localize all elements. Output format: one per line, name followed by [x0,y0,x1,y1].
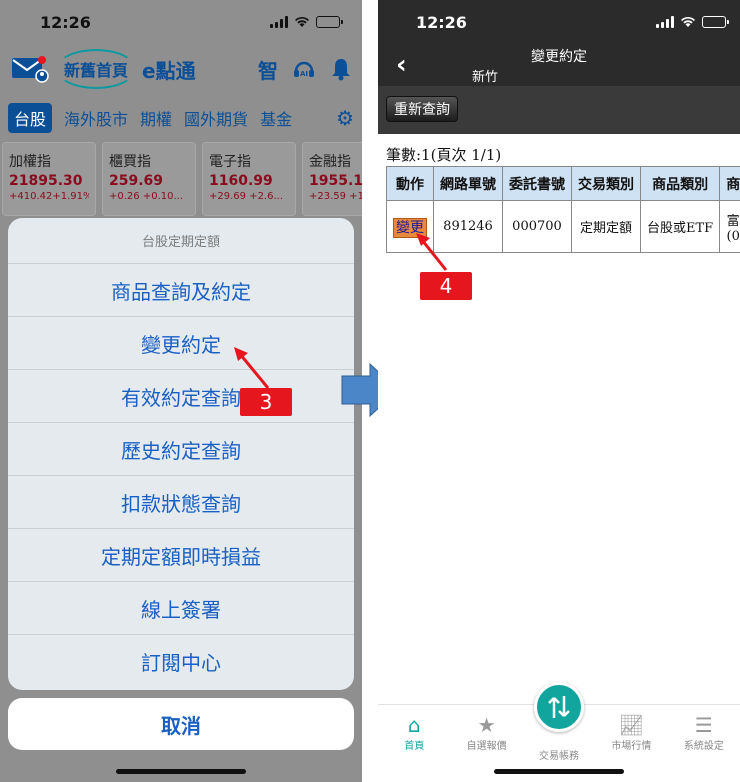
annotation-arrow-3 [234,347,270,389]
status-icons [656,16,729,28]
index-change: +23.59 +1 [309,191,362,202]
annotation-badge-4: 4 [420,272,472,300]
requery-button[interactable]: 重新查詢 [386,96,458,122]
page-title: 變更約定 [531,49,587,65]
product-name: 富 [726,213,740,229]
market-tabs: 台股 海外股市 期權 國外期貨 基金 ⚙ [0,100,362,136]
nav-bar: 12:26 ‹ 變更約定 新竹 [378,0,740,86]
col-header-product-type: 商品類別 [639,166,721,201]
sliders-icon: ☰ [694,713,713,737]
gear-icon[interactable]: ⚙ [336,106,354,130]
index-card[interactable]: 金融指 1955.19 +23.59 +1 [302,142,362,216]
sheet-item-product-query[interactable]: 商品查詢及約定 [8,264,354,317]
chart-line-icon: 📈︎ [618,713,645,737]
tab-home[interactable]: ⌂ 首頁 [378,705,450,782]
record-count: 筆數:1(頁次 1/1) [386,146,502,164]
index-card[interactable]: 加權指 21895.30 +410.42+1.91% [2,142,96,216]
star-icon: ★ [477,713,496,737]
index-change: +410.42+1.91% [9,191,89,202]
col-header-trade-type: 交易類別 [571,166,641,201]
cellular-signal-icon [656,16,674,28]
tab-overseas-stock[interactable]: 海外股市 [64,106,128,130]
cellular-signal-icon [270,16,288,28]
tab-settings[interactable]: ☰ 系統設定 [668,705,740,782]
cancel-button[interactable]: 取消 [8,698,354,750]
index-value: 1955.19 [309,173,362,189]
tab-label: 交易帳務 [539,751,580,762]
brand-logo: e點通 [142,58,196,83]
battery-icon [702,16,729,28]
cell-product: 富 (0 [719,200,740,253]
tab-label: 自選報價 [466,741,507,752]
smart-icon[interactable]: 智 [258,55,278,84]
sheet-item-valid-agreement-query[interactable]: 有效約定查詢 [8,370,354,423]
ai-assistant-icon[interactable]: AI [292,57,316,81]
right-phone-screen: 12:26 ‹ 變更約定 新竹 重新查詢 筆數:1(頁次 1/1) 動作 網路單… [378,0,740,782]
cell-trade-type: 定期定額 [571,200,641,253]
tab-label: 系統設定 [683,741,724,752]
status-bar: 12:26 [378,0,740,44]
index-change: +0.26 +0.10... [109,191,184,202]
cell-entrust-no: 000700 [502,200,572,253]
home-icon: ⌂ [407,713,421,737]
sheet-item-subscription[interactable]: 訂閱中心 [8,635,354,688]
col-header-order-no: 網路單號 [433,166,503,201]
tab-funds[interactable]: 基金 [260,106,292,130]
tab-tw-stock[interactable]: 台股 [8,103,53,133]
col-header-entrust-no: 委託書號 [502,166,572,201]
trade-center-button[interactable] [534,682,584,732]
table-header-row: 動作 網路單號 委託書號 交易類別 商品類別 商 [386,166,740,201]
status-time: 12:26 [40,12,91,32]
col-header-action: 動作 [386,166,434,201]
home-indicator [494,769,624,774]
sheet-item-change-agreement[interactable]: 變更約定 [8,317,354,370]
tab-label: 市場行情 [611,741,652,752]
sheet-item-history-query[interactable]: 歷史約定查詢 [8,423,354,476]
swap-arrows-icon [548,696,570,718]
toolbar: 重新查詢 [378,86,740,134]
action-sheet-title: 台股定期定額 [8,218,354,264]
index-value: 259.69 [109,173,164,189]
svg-text:AI: AI [300,70,308,78]
header-icons: 智 AI [258,55,352,84]
index-name: 加權指 [9,154,51,170]
wifi-icon [681,16,695,27]
index-value: 21895.30 [9,173,83,189]
bell-icon[interactable] [330,57,352,81]
index-value: 1160.99 [209,173,273,189]
brand-home-switch[interactable]: 新舊首頁 [55,49,137,89]
index-name: 金融指 [309,154,351,170]
app-header: 新舊首頁 e點通 智 AI [0,44,362,94]
index-cards: 加權指 21895.30 +410.42+1.91% 櫃買指 259.69 +0… [0,142,362,216]
sheet-item-realtime-pnl[interactable]: 定期定額即時損益 [8,529,354,582]
cell-product-type: 台股或ETF [639,200,721,253]
status-bar: 12:26 [0,0,362,44]
battery-icon [316,16,343,28]
wifi-icon [295,16,309,27]
col-header-product: 商 [719,166,740,201]
sheet-item-debit-status[interactable]: 扣款狀態查詢 [8,476,354,529]
index-card[interactable]: 電子指 1160.99 +29.69 +2.6... [202,142,296,216]
sheet-item-online-sign[interactable]: 線上簽署 [8,582,354,635]
branch-name: 新竹 [472,70,499,85]
annotation-badge-3: 3 [240,388,292,416]
index-name: 電子指 [209,154,251,170]
status-time: 12:26 [416,12,467,32]
index-card[interactable]: 櫃買指 259.69 +0.26 +0.10... [102,142,196,216]
home-indicator [116,769,246,774]
product-code: (0 [726,228,740,244]
tab-label: 首頁 [404,741,425,752]
action-sheet: 台股定期定額 商品查詢及約定 變更約定 有效約定查詢 歷史約定查詢 扣款狀態查詢… [8,218,354,690]
left-phone-screen: 12:26 新舊首頁 e點通 智 AI 台股 海外股市 期權 國外期貨 基金 ⚙ [0,0,362,782]
mail-icon[interactable] [10,54,50,84]
tab-foreign-futures[interactable]: 國外期貨 [184,106,248,130]
status-icons [270,16,343,28]
annotation-arrow-4 [416,233,448,271]
index-change: +29.69 +2.6... [209,191,284,202]
index-name: 櫃買指 [109,154,151,170]
tab-options[interactable]: 期權 [140,106,172,130]
